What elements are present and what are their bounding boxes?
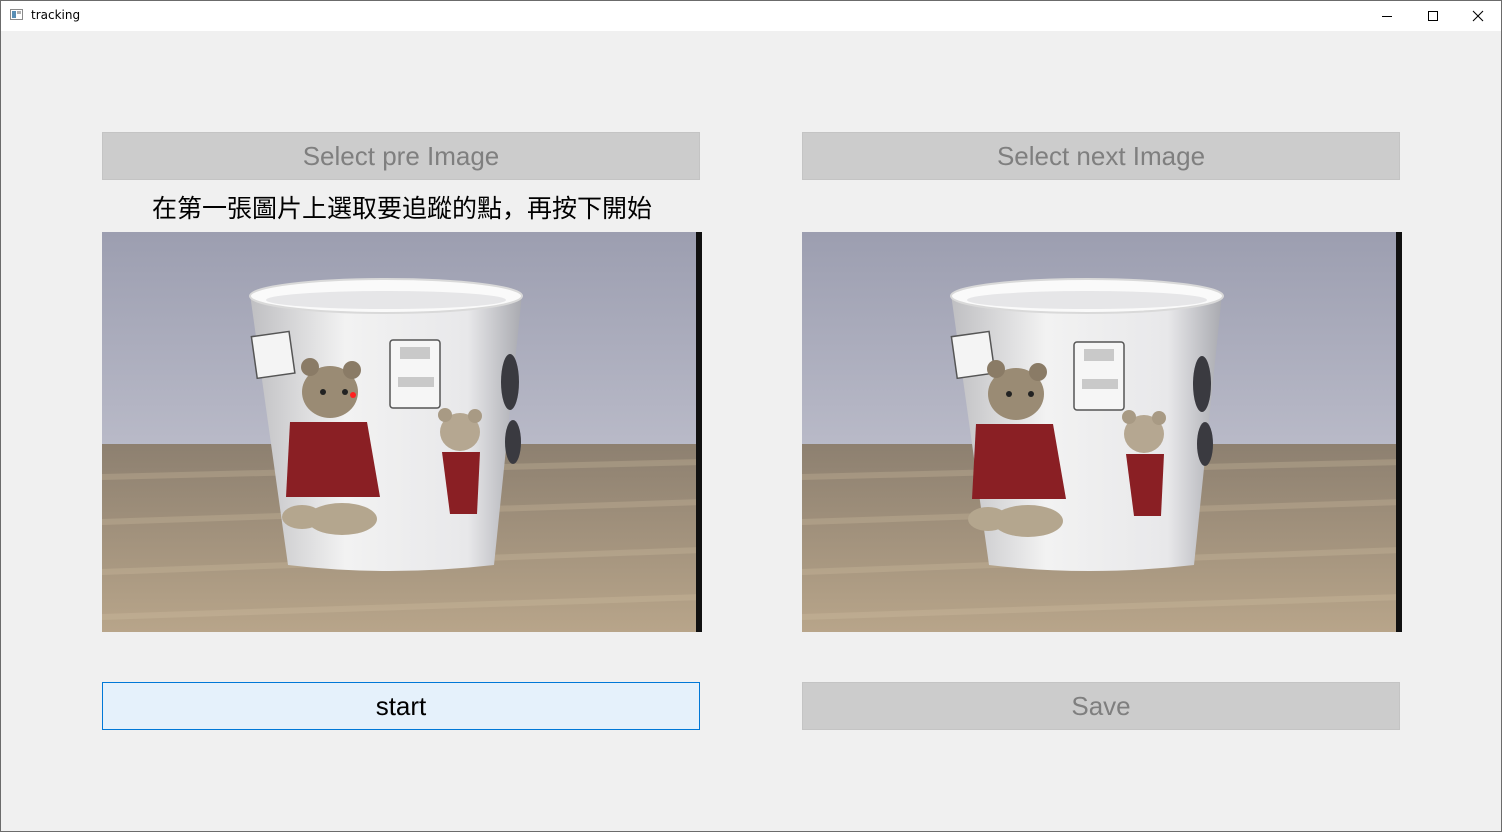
next-image-canvas[interactable]: [802, 232, 1402, 632]
close-button[interactable]: [1455, 1, 1501, 31]
pre-image-picture: [102, 232, 702, 632]
title-bar[interactable]: tracking: [1, 1, 1501, 31]
pre-image-canvas[interactable]: [102, 232, 702, 632]
maximize-icon: [1428, 11, 1438, 21]
next-image-picture: [802, 232, 1402, 632]
window-title: tracking: [31, 8, 81, 22]
start-button[interactable]: start: [102, 682, 700, 730]
app-icon: [10, 9, 23, 20]
tracking-point-marker: [350, 392, 356, 398]
app-window: tracking Select pre Image Select next Im…: [0, 0, 1502, 832]
select-pre-image-button[interactable]: Select pre Image: [102, 132, 700, 180]
select-next-image-button[interactable]: Select next Image: [802, 132, 1400, 180]
minimize-button[interactable]: [1364, 1, 1410, 31]
instruction-label: 在第一張圖片上選取要追蹤的點，再按下開始: [151, 194, 652, 223]
minimize-icon: [1382, 16, 1392, 17]
maximize-button[interactable]: [1410, 1, 1456, 31]
close-icon: [1472, 10, 1484, 22]
save-button[interactable]: Save: [802, 682, 1400, 730]
